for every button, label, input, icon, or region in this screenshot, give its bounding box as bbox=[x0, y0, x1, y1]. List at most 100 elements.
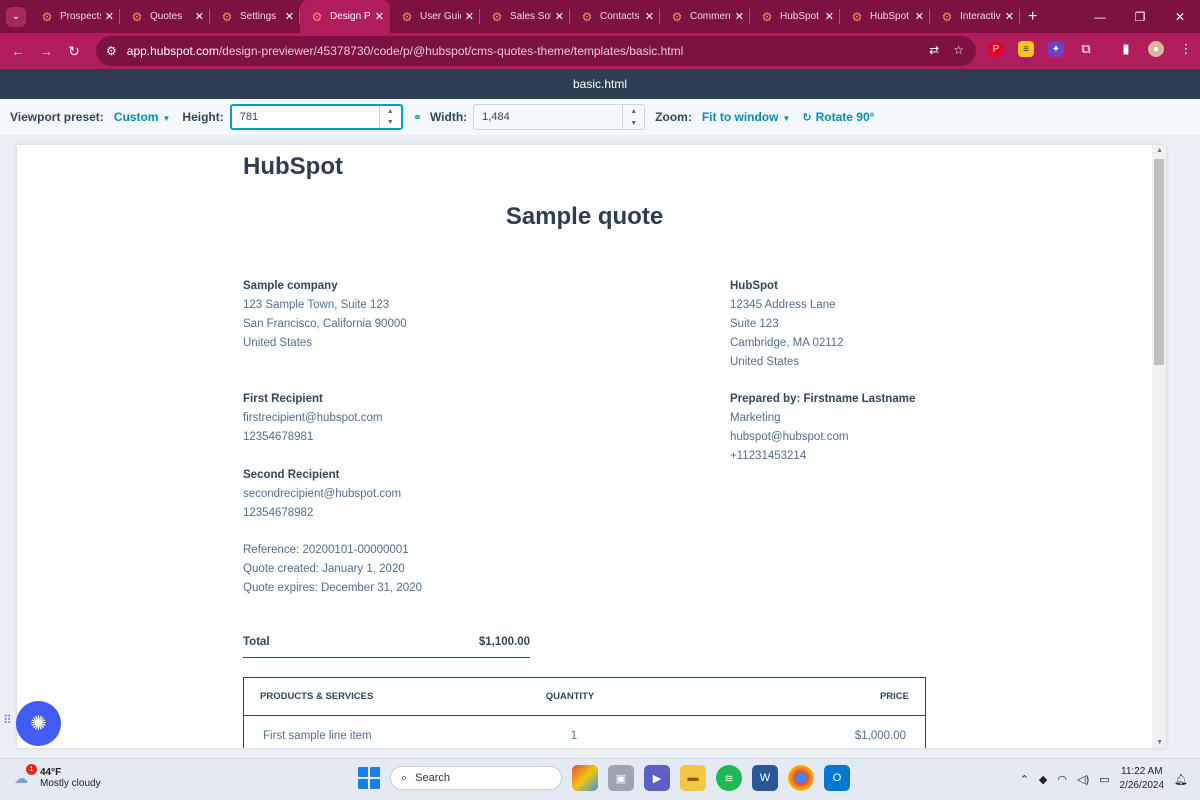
close-tab-icon[interactable]: ✕ bbox=[735, 10, 744, 23]
width-value: 1,484 bbox=[482, 111, 510, 123]
browser-tab[interactable]: ⚙ Interactive ✕ bbox=[930, 0, 1020, 33]
spotify-app-icon[interactable]: ≋ bbox=[716, 765, 742, 791]
rotate-label: Rotate 90° bbox=[815, 110, 875, 124]
copilot-app-icon[interactable] bbox=[572, 765, 598, 791]
forward-icon[interactable]: → bbox=[32, 43, 60, 59]
chevron-up-icon[interactable]: ⌃ bbox=[1020, 773, 1029, 786]
width-stepper[interactable]: ▲ ▼ bbox=[622, 105, 644, 129]
minimize-icon[interactable]: — bbox=[1080, 10, 1120, 24]
battery-icon[interactable]: ▭ bbox=[1099, 773, 1109, 786]
menu-dots-icon[interactable]: ⋮ bbox=[1178, 41, 1194, 57]
help-widget-button[interactable]: ✺ bbox=[16, 701, 61, 746]
close-tab-icon[interactable]: ✕ bbox=[915, 10, 924, 23]
width-input[interactable]: 1,484 ▲ ▼ bbox=[473, 104, 646, 130]
decrement-icon[interactable]: ▼ bbox=[630, 120, 637, 127]
translate-icon[interactable]: ⇄ bbox=[929, 43, 939, 57]
notification-bell-icon[interactable]: 🔔︎ bbox=[1174, 773, 1188, 786]
taskbar-search[interactable]: ⌕ Search bbox=[390, 766, 562, 790]
browser-tab[interactable]: ⚙ User Guide ✕ bbox=[390, 0, 480, 33]
vertical-scrollbar[interactable]: ▲ ▼ bbox=[1152, 145, 1166, 748]
close-tab-icon[interactable]: ✕ bbox=[105, 10, 114, 23]
tab-title: Settings bbox=[240, 11, 277, 22]
close-tab-icon[interactable]: ✕ bbox=[375, 10, 384, 23]
hubspot-icon: ⚙ bbox=[41, 9, 53, 24]
close-window-icon[interactable]: ✕ bbox=[1160, 10, 1200, 24]
height-input[interactable]: 781 ▲ ▼ bbox=[229, 104, 403, 130]
maximize-icon[interactable]: ❐ bbox=[1120, 10, 1160, 24]
chrome-app-icon[interactable] bbox=[788, 765, 814, 791]
clock-date: 2/26/2024 bbox=[1119, 780, 1165, 791]
line-items-table: PRODUCTS & SERVICES QUANTITY PRICE First… bbox=[243, 677, 926, 748]
preparer-department: Marketing bbox=[730, 412, 781, 424]
rotate-button[interactable]: ↻ Rotate 90° bbox=[802, 110, 874, 124]
preview-frame[interactable]: HubSpot Sample quote Sample company 123 … bbox=[17, 145, 1166, 748]
browser-tab[interactable]: ⚙ Prospects ✕ bbox=[30, 0, 120, 33]
new-tab-icon[interactable]: + bbox=[1028, 8, 1037, 26]
word-app-icon[interactable]: W bbox=[752, 765, 778, 791]
preview-controls: Viewport preset: Custom ▼ Height: 781 ▲ ▼ … bbox=[0, 99, 1200, 135]
close-tab-icon[interactable]: ✕ bbox=[1005, 10, 1014, 23]
address-line: Cambridge, MA 02112 bbox=[730, 337, 844, 349]
increment-icon[interactable]: ▲ bbox=[387, 108, 394, 115]
pinterest-extension-icon[interactable]: P bbox=[988, 41, 1004, 57]
zoom-dropdown[interactable]: Fit to window ▼ bbox=[702, 110, 791, 124]
volume-icon[interactable]: ◁) bbox=[1077, 773, 1089, 786]
teams-app-icon[interactable]: ▶ bbox=[644, 765, 670, 791]
zoom-value: Fit to window bbox=[701, 110, 779, 124]
windows-start-icon[interactable] bbox=[358, 767, 380, 789]
browser-tab[interactable]: ⚙ Design Previewer ✕ bbox=[300, 0, 390, 33]
hubspot-icon: ⚙ bbox=[671, 9, 683, 24]
dropbox-icon[interactable]: ◆ bbox=[1039, 773, 1047, 786]
extension-badge-icon[interactable]: ✦ bbox=[1048, 41, 1064, 57]
address-bar[interactable]: ⚙ app.hubspot.com/design-previewer/45378… bbox=[96, 36, 976, 66]
scroll-up-icon[interactable]: ▲ bbox=[1156, 147, 1163, 154]
first-recipient: First Recipient firstrecipient@hubspot.c… bbox=[243, 390, 383, 447]
close-tab-icon[interactable]: ✕ bbox=[195, 10, 204, 23]
close-tab-icon[interactable]: ✕ bbox=[555, 10, 564, 23]
viewport-preset-dropdown[interactable]: Custom ▼ bbox=[114, 110, 171, 124]
increment-icon[interactable]: ▲ bbox=[630, 108, 637, 115]
tab-separator bbox=[1019, 9, 1020, 24]
side-panel-icon[interactable]: ▮ bbox=[1118, 41, 1134, 57]
task-view-icon[interactable]: ▣ bbox=[608, 765, 634, 791]
close-tab-icon[interactable]: ✕ bbox=[285, 10, 294, 23]
extensions-puzzle-icon[interactable]: ⧉ bbox=[1078, 41, 1094, 57]
outlook-app-icon[interactable]: O bbox=[824, 765, 850, 791]
profile-avatar[interactable]: ● bbox=[1148, 41, 1164, 57]
browser-tab[interactable]: ⚙ HubSpot ✕ bbox=[840, 0, 930, 33]
back-icon[interactable]: ← bbox=[4, 43, 32, 59]
file-explorer-icon[interactable]: ▬ bbox=[680, 765, 706, 791]
tab-title: HubSpot bbox=[780, 11, 819, 22]
browser-tab[interactable]: ⚙ Contacts ✕ bbox=[570, 0, 660, 33]
line-item-name: First sample line item bbox=[263, 730, 372, 742]
decrement-icon[interactable]: ▼ bbox=[387, 119, 394, 126]
drag-handle-icon[interactable]: ⠿ bbox=[3, 714, 12, 726]
url-text[interactable]: app.hubspot.com/design-previewer/4537873… bbox=[127, 44, 684, 58]
recipient-phone: 12354678981 bbox=[243, 431, 314, 443]
browser-tab[interactable]: ⚙ Comments ✕ bbox=[660, 0, 750, 33]
quote-document: HubSpot Sample quote Sample company 123 … bbox=[17, 145, 1152, 748]
wifi-icon[interactable]: ◠ bbox=[1057, 773, 1067, 786]
close-tab-icon[interactable]: ✕ bbox=[645, 10, 654, 23]
height-stepper[interactable]: ▲ ▼ bbox=[378, 106, 401, 128]
browser-tab[interactable]: ⚙ HubSpot ✕ bbox=[750, 0, 840, 33]
scroll-down-icon[interactable]: ▼ bbox=[1156, 739, 1163, 746]
browser-tab[interactable]: ⚙ Sales Software ✕ bbox=[480, 0, 570, 33]
hubspot-icon: ⚙ bbox=[221, 9, 233, 24]
link-dimensions-icon[interactable]: ⚭ bbox=[413, 111, 422, 124]
weather-widget[interactable]: ☁ 1 44°F Mostly cloudy bbox=[14, 764, 101, 789]
close-tab-icon[interactable]: ✕ bbox=[465, 10, 474, 23]
bookmark-star-icon[interactable]: ☆ bbox=[953, 43, 964, 57]
reload-icon[interactable]: ↻ bbox=[60, 43, 88, 60]
browser-tab[interactable]: ⚙ Quotes ✕ bbox=[120, 0, 210, 33]
tab-search-icon[interactable]: ⌄ bbox=[6, 6, 26, 27]
file-name-header: basic.html bbox=[0, 69, 1200, 99]
notes-extension-icon[interactable]: ≡ bbox=[1018, 41, 1034, 57]
close-tab-icon[interactable]: ✕ bbox=[825, 10, 834, 23]
search-icon: ⌕ bbox=[401, 771, 408, 784]
system-clock[interactable]: 11:22 AM 2/26/2024 bbox=[1120, 765, 1165, 793]
browser-tab[interactable]: ⚙ Settings ✕ bbox=[210, 0, 300, 33]
site-settings-icon[interactable]: ⚙ bbox=[106, 44, 117, 58]
recipient-name: Second Recipient bbox=[243, 469, 340, 481]
scrollbar-thumb[interactable] bbox=[1154, 159, 1164, 365]
